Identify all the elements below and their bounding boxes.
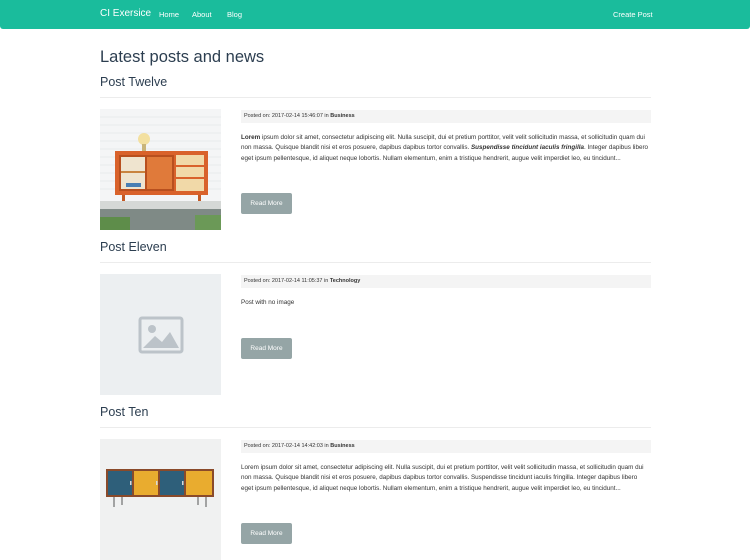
brand-link[interactable]: CI Exersice [100,8,151,19]
image-placeholder-icon [100,274,221,395]
excerpt-emphasis: Suspendisse tincidunt iaculis fringilla [470,144,584,152]
post-category[interactable]: Technology [330,278,360,284]
read-more-button[interactable]: Read More [241,338,292,359]
post-divider [100,262,651,263]
nav-blog-link[interactable]: Blog [227,10,242,19]
post-meta: Posted on: 2017-02-14 15:46:07 in Busine… [241,110,651,123]
post-meta: Posted on: 2017-02-14 14:42:03 in Busine… [241,440,651,453]
post-title[interactable]: Post Twelve [100,75,167,89]
post-title[interactable]: Post Eleven [100,240,167,254]
post-item: Post Twelve Posted on: 2017-02-14 15:46:… [100,75,651,235]
read-more-button[interactable]: Read More [241,193,292,214]
post-title[interactable]: Post Ten [100,405,148,419]
post-divider [100,97,651,98]
excerpt-strong: Lorem [241,134,261,141]
post-item: Post Eleven Posted on: 2017-02-14 11:05:… [100,240,651,400]
post-category[interactable]: Business [330,443,354,449]
post-meta: Posted on: 2017-02-14 11:05:37 in Techno… [241,275,651,288]
post-divider [100,427,651,428]
post-date: Posted on: 2017-02-14 11:05:37 in [244,278,330,284]
post-excerpt: Lorem ipsum dolor sit amet, consectetur … [241,133,651,164]
post-category[interactable]: Business [330,113,354,119]
post-excerpt: Lorem ipsum dolor sit amet, consectetur … [241,464,644,492]
post-date: Posted on: 2017-02-14 15:46:07 in [244,113,331,119]
post-excerpt: Post with no image [241,299,295,306]
read-more-button[interactable]: Read More [241,523,292,544]
post-item: Post Ten Posted on: 2017-02-14 14:42:03 … [100,405,651,560]
nav-about-link[interactable]: About [192,10,212,19]
nav-home-link[interactable]: Home [159,10,179,19]
cabinet-icon [100,439,221,560]
navbar: CI Exersice Home About Blog Create Post [0,0,750,29]
sideboard-icon [100,109,221,230]
create-post-link[interactable]: Create Post [613,10,653,19]
post-date: Posted on: 2017-02-14 14:42:03 in [244,443,331,449]
page-title: Latest posts and news [100,48,265,66]
